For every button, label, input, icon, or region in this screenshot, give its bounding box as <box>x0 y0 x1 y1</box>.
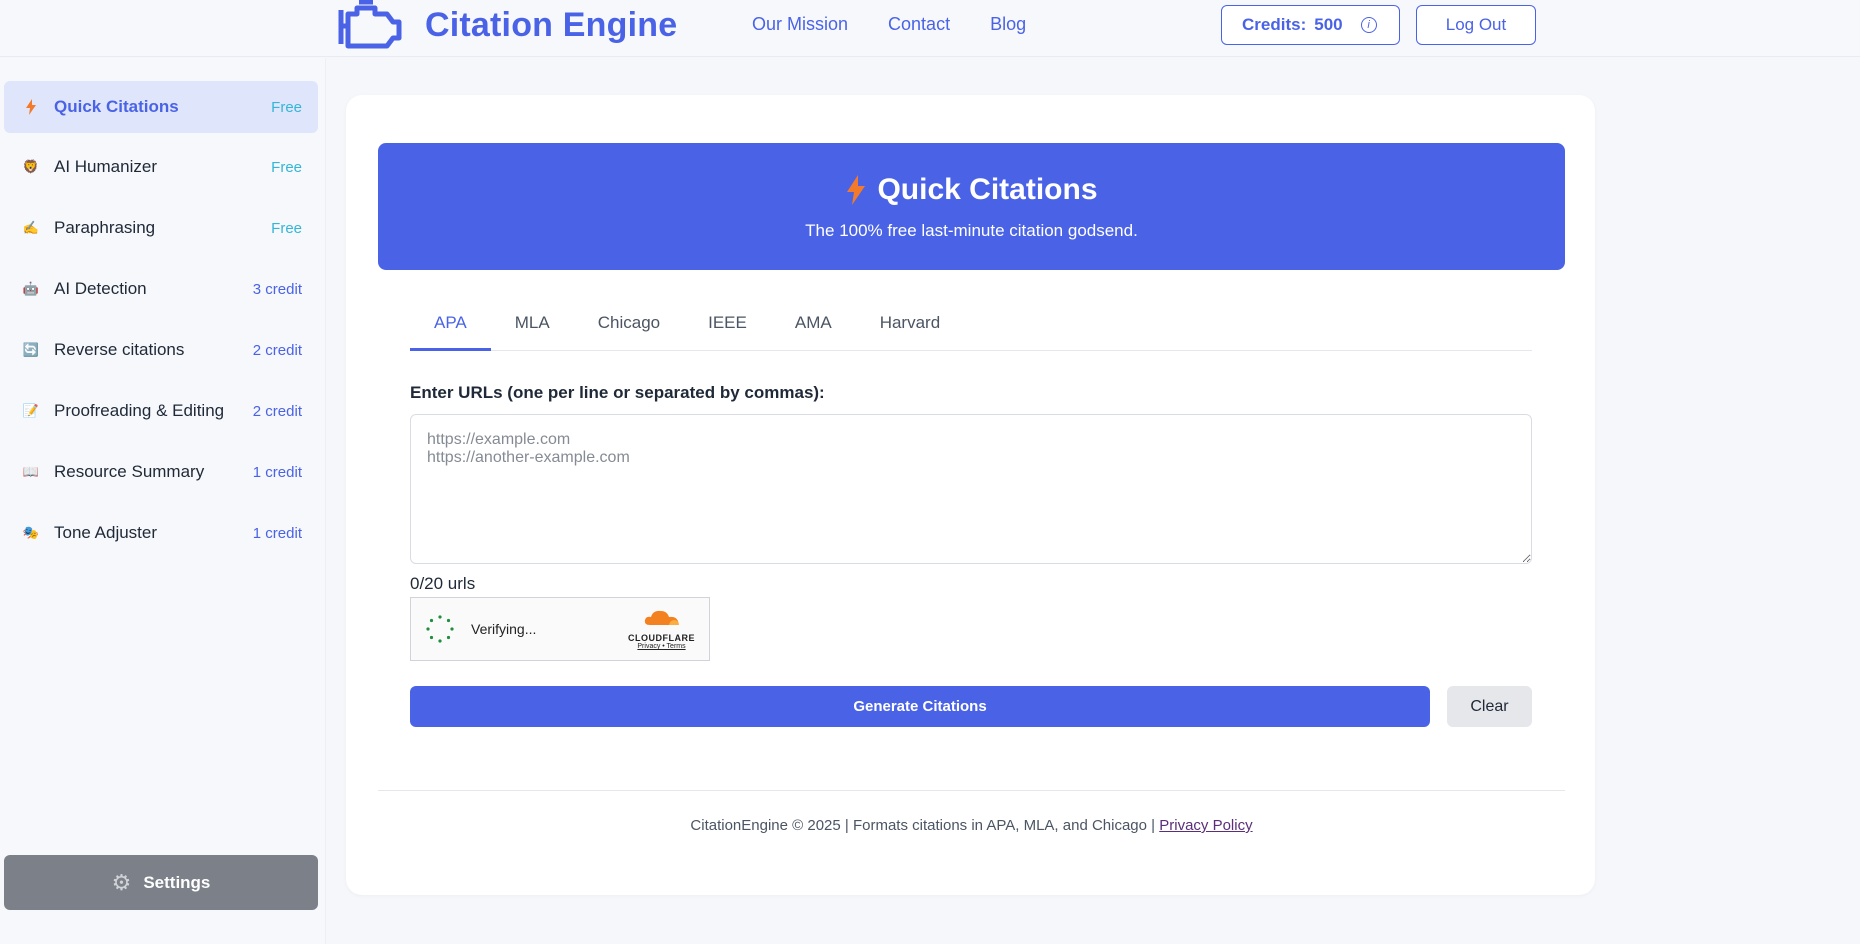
sidebar-item-badge: 1 credit <box>252 463 302 481</box>
hero-banner: Quick Citations The 100% free last-minut… <box>378 143 1565 270</box>
sidebar-item-quick-citations[interactable]: Quick Citations Free <box>4 81 318 133</box>
hero-title-row: Quick Citations <box>378 173 1565 207</box>
sidebar-item-paraphrasing[interactable]: ✍️ Paraphrasing Free <box>4 202 318 254</box>
footer-text: CitationEngine © 2025 | Formats citation… <box>690 817 1156 834</box>
spinner-icon <box>426 615 454 643</box>
refresh-icon: 🔄 <box>22 342 40 357</box>
tab-ieee[interactable]: IEEE <box>684 311 771 351</box>
url-input[interactable] <box>410 414 1532 564</box>
engine-icon <box>338 0 402 49</box>
cloudflare-logo: CLOUDFLARE Privacy • Terms <box>628 608 695 650</box>
sidebar-item-label: Resource Summary <box>54 462 205 481</box>
sidebar-item-badge: Free <box>271 158 302 176</box>
clear-button[interactable]: Clear <box>1447 686 1532 727</box>
settings-label: Settings <box>143 872 211 892</box>
sidebar-item-ai-detection[interactable]: 🤖 AI Detection 3 credit <box>4 263 318 315</box>
sidebar-item-label: AI Detection <box>54 279 147 298</box>
nav-our-mission[interactable]: Our Mission <box>752 14 848 35</box>
theater-masks-icon: 🎭 <box>22 525 40 540</box>
credits-label: Credits: <box>1242 15 1307 34</box>
logout-button[interactable]: Log Out <box>1416 5 1536 45</box>
tab-apa[interactable]: APA <box>410 311 491 351</box>
sidebar: Quick Citations Free 🦁 AI Humanizer Free… <box>0 58 326 944</box>
logo-text: Citation Engine <box>425 5 678 44</box>
info-icon[interactable]: i <box>1360 17 1377 33</box>
sidebar-item-badge: 2 credit <box>252 341 302 359</box>
citation-style-tabs: APA MLA Chicago IEEE AMA Harvard <box>410 311 1532 351</box>
sidebar-item-label: Paraphrasing <box>54 218 156 237</box>
sidebar-item-label: Quick Citations <box>54 97 179 116</box>
sidebar-item-ai-humanizer[interactable]: 🦁 AI Humanizer Free <box>4 141 318 193</box>
sidebar-item-label: Proofreading & Editing <box>54 401 225 420</box>
sidebar-item-badge: 2 credit <box>252 402 302 420</box>
memo-icon: 📝 <box>22 403 40 418</box>
url-input-label: Enter URLs (one per line or separated by… <box>410 383 825 402</box>
book-icon: 📖 <box>22 464 40 479</box>
footer: CitationEngine © 2025 | Formats citation… <box>378 790 1565 834</box>
gear-icon: ⚙ <box>111 869 132 895</box>
lightning-icon <box>22 98 40 116</box>
sidebar-item-badge: Free <box>271 219 302 237</box>
captcha-widget[interactable]: Verifying... CLOUDFLARE Privacy • Terms <box>410 597 710 661</box>
sidebar-item-badge: Free <box>271 98 302 116</box>
sidebar-item-resource-summary[interactable]: 📖 Resource Summary 1 credit <box>4 446 318 498</box>
tab-ama[interactable]: AMA <box>771 311 856 351</box>
settings-button[interactable]: ⚙ Settings <box>4 855 318 910</box>
sidebar-item-label: Reverse citations <box>54 340 185 359</box>
sidebar-item-proofreading[interactable]: 📝 Proofreading & Editing 2 credit <box>4 385 318 437</box>
nav-blog[interactable]: Blog <box>990 14 1026 35</box>
nav-contact[interactable]: Contact <box>888 14 950 35</box>
robot-icon: 🤖 <box>22 281 40 296</box>
logo[interactable]: Citation Engine <box>335 0 677 50</box>
captcha-links[interactable]: Privacy • Terms <box>628 643 695 650</box>
page-subtitle: The 100% free last-minute citation godse… <box>805 221 1138 240</box>
cloud-icon <box>644 610 679 625</box>
credits-button[interactable]: Credits: 500 i <box>1221 5 1400 45</box>
sidebar-item-badge: 3 credit <box>252 280 302 298</box>
captcha-status: Verifying... <box>471 621 537 637</box>
sidebar-item-label: AI Humanizer <box>54 157 157 176</box>
credits-value: 500 <box>1314 15 1343 34</box>
main-nav: Our Mission Contact Blog <box>752 14 1026 35</box>
generate-citations-button[interactable]: Generate Citations <box>410 686 1430 727</box>
sidebar-item-label: Tone Adjuster <box>54 523 158 542</box>
sidebar-item-tone-adjuster[interactable]: 🎭 Tone Adjuster 1 credit <box>4 507 318 559</box>
page-title: Quick Citations <box>877 173 1098 206</box>
main-card: Quick Citations The 100% free last-minut… <box>346 95 1595 895</box>
tab-chicago[interactable]: Chicago <box>574 311 684 351</box>
lightning-icon <box>847 175 866 205</box>
writing-hand-icon: ✍️ <box>22 220 40 235</box>
tab-mla[interactable]: MLA <box>491 311 574 351</box>
url-count: 0/20 urls <box>410 574 476 593</box>
privacy-policy-link[interactable]: Privacy Policy <box>1159 817 1252 834</box>
lion-icon: 🦁 <box>22 159 40 174</box>
tab-harvard[interactable]: Harvard <box>856 311 964 351</box>
sidebar-item-badge: 1 credit <box>252 524 302 542</box>
cloudflare-brand: CLOUDFLARE <box>628 633 695 643</box>
sidebar-item-reverse-citations[interactable]: 🔄 Reverse citations 2 credit <box>4 324 318 376</box>
top-header: Citation Engine Our Mission Contact Blog… <box>0 0 1860 57</box>
